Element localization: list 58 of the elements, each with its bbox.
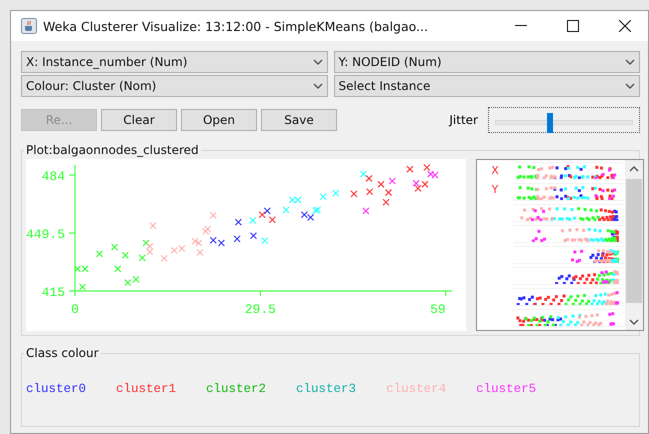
axis-label: X (491, 164, 499, 177)
data-point (282, 206, 290, 214)
data-point (382, 198, 390, 206)
jitter-label: Jitter (449, 113, 478, 127)
chevron-up-icon (629, 166, 639, 172)
data-point (406, 166, 414, 173)
data-point (79, 283, 86, 291)
chevron-down-icon (625, 59, 635, 65)
data-point (196, 248, 204, 256)
data-point (160, 254, 168, 262)
data-point (114, 265, 122, 272)
data-point (320, 193, 327, 200)
data-point (249, 216, 256, 224)
minimize-icon (515, 25, 527, 27)
data-point (122, 252, 129, 259)
jitter-slider[interactable] (488, 107, 640, 133)
data-point (234, 218, 242, 226)
chevron-down-icon (312, 59, 322, 65)
data-point (149, 222, 156, 230)
x-tick-label: 29.5 (244, 302, 276, 317)
data-point (111, 244, 118, 251)
slider-thumb[interactable] (547, 113, 554, 133)
dropdown[interactable]: Colour: Cluster (Nom) (21, 75, 328, 97)
dropdown[interactable]: X: Instance_number (Num) (21, 51, 328, 73)
dropdown[interactable]: Y: NODEID (Num) (334, 51, 640, 73)
window-title: Weka Clusterer Visualize: 13:12:00 - SimpleKMeans (balgao... (43, 18, 429, 34)
x-tick-label: 59 (430, 302, 446, 317)
y-tick-label: 484 (42, 169, 65, 184)
panel-title: Class colour (25, 346, 100, 360)
coffee-cup-icon (21, 18, 37, 34)
button[interactable]: Clear (101, 109, 177, 131)
axis-label: Y (492, 183, 498, 196)
data-point (366, 188, 374, 196)
data-point (332, 190, 340, 197)
x-tick-label: 0 (71, 302, 79, 317)
data-point (268, 216, 276, 224)
data-point (96, 250, 104, 258)
maximize-icon (567, 20, 579, 32)
scrollbar[interactable] (625, 160, 643, 330)
button[interactable]: Save (261, 109, 337, 131)
close-icon (619, 20, 631, 32)
dropdown[interactable]: Select Instance (334, 75, 640, 97)
panel-title: Plot:balgaonnodes_clustered (25, 143, 200, 157)
data-point (250, 232, 257, 240)
chevron-down-icon (629, 318, 639, 324)
button[interactable]: Open (181, 109, 257, 131)
data-point (350, 190, 358, 198)
chevron-down-icon (625, 83, 635, 89)
cluster-label[interactable]: cluster0 (26, 382, 86, 396)
chevron-down-icon (312, 83, 322, 89)
data-point (234, 235, 241, 242)
data-point (210, 212, 217, 219)
scroll-thumb[interactable] (626, 179, 642, 303)
data-point (362, 207, 370, 214)
y-tick-label: 449.5 (26, 227, 65, 242)
y-tick-label: 415 (42, 285, 65, 300)
data-point (261, 237, 268, 244)
data-point (388, 177, 396, 185)
